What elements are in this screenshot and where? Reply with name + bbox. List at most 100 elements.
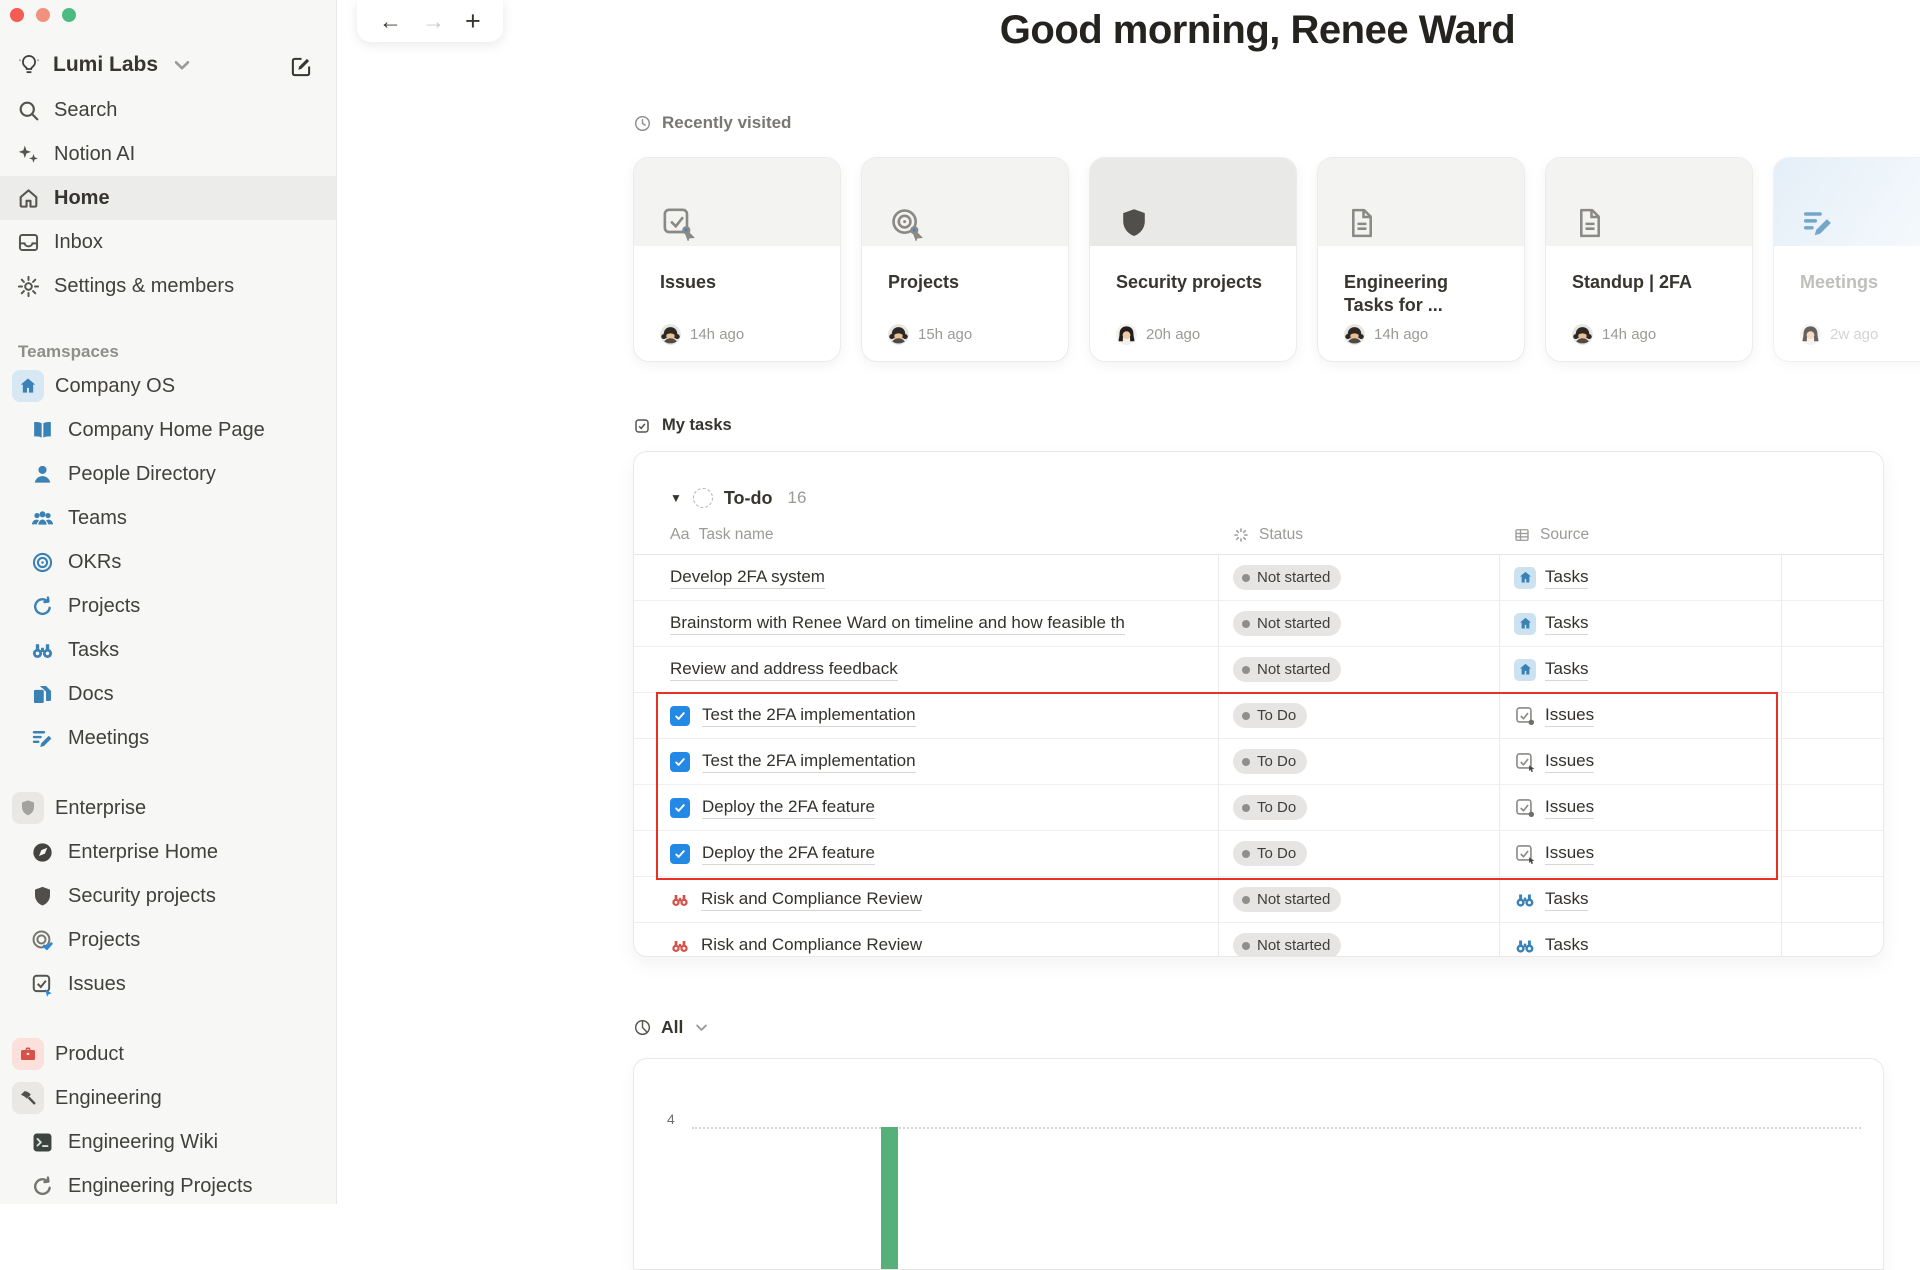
- recent-card-projects[interactable]: Projects 15h ago: [861, 157, 1069, 362]
- home-content: Good morning, Renee Ward Recently visite…: [633, 8, 1920, 1270]
- sidebar-item-people-directory[interactable]: People Directory: [0, 452, 336, 496]
- shield-dark-icon: [30, 884, 55, 909]
- sidebar-item-company-home-page[interactable]: Company Home Page: [0, 408, 336, 452]
- all-filter-dropdown[interactable]: All: [633, 1017, 1882, 1038]
- status-badge[interactable]: Not started: [1233, 565, 1342, 590]
- issue-cursor-icon: [1514, 751, 1536, 773]
- sidebar-item-tasks[interactable]: Tasks: [0, 628, 336, 672]
- status-badge[interactable]: To Do: [1233, 795, 1308, 820]
- forward-button[interactable]: →: [422, 9, 445, 33]
- sidebar-item-projects[interactable]: Projects: [0, 918, 336, 962]
- task-checkbox[interactable]: [670, 797, 690, 818]
- source-cell[interactable]: Tasks: [1499, 923, 1781, 956]
- task-name-cell[interactable]: Test the 2FA implementation: [634, 739, 1218, 784]
- new-tab-button[interactable]: +: [465, 7, 481, 35]
- history-toolbar: ← → +: [357, 0, 503, 42]
- source-cell[interactable]: Tasks: [1499, 647, 1781, 692]
- sidebar-item-docs[interactable]: Docs: [0, 672, 336, 716]
- column-header-source[interactable]: Source: [1499, 516, 1781, 554]
- task-name-cell[interactable]: Risk and Compliance Review: [634, 877, 1218, 922]
- status-cell: To Do: [1218, 785, 1499, 830]
- todo-group-header[interactable]: ▼ To-do 16: [670, 482, 1883, 514]
- sidebar-item-meetings[interactable]: Meetings: [0, 716, 336, 760]
- workspace-name: Lumi Labs: [53, 53, 159, 76]
- sidebar-item-projects[interactable]: Projects: [0, 584, 336, 628]
- workspace-switcher[interactable]: Lumi Labs: [16, 52, 322, 78]
- source-cell[interactable]: Issues: [1499, 831, 1781, 876]
- status-badge[interactable]: To Do: [1233, 841, 1308, 866]
- card-title: Standup | 2FA: [1572, 272, 1693, 292]
- sidebar-item-teams[interactable]: Teams: [0, 496, 336, 540]
- task-checkbox[interactable]: [670, 705, 690, 726]
- column-label: Source: [1540, 526, 1590, 543]
- empty-cell: [1781, 877, 1883, 922]
- chart-bar[interactable]: [881, 1127, 898, 1269]
- minimize-window-button[interactable]: [36, 8, 50, 22]
- sidebar-item-security-projects[interactable]: Security projects: [0, 874, 336, 918]
- sidebar-item-label: Projects: [68, 928, 141, 951]
- card-header: [1546, 158, 1752, 246]
- task-name-cell[interactable]: Risk and Compliance Review: [634, 923, 1218, 956]
- recent-card-engineering-tasks-for[interactable]: Engineering Tasks for ... 14h ago: [1317, 157, 1525, 362]
- source-label: Tasks: [1545, 567, 1589, 589]
- source-cell[interactable]: Tasks: [1499, 555, 1781, 600]
- sidebar-item-label: Tasks: [68, 638, 120, 661]
- status-cell: To Do: [1218, 693, 1499, 738]
- card-title: Meetings: [1800, 272, 1879, 292]
- sidebar-item-company-os[interactable]: Company OS: [0, 364, 336, 408]
- task-name-cell[interactable]: Deploy the 2FA feature: [634, 785, 1218, 830]
- source-cell[interactable]: Tasks: [1499, 877, 1781, 922]
- task-name: Test the 2FA implementation: [702, 705, 916, 727]
- collapse-triangle-icon[interactable]: ▼: [670, 491, 682, 505]
- task-checkbox[interactable]: [670, 751, 690, 772]
- issue-cursor-icon: [1514, 843, 1536, 865]
- card-title: Engineering Tasks for ...: [1344, 272, 1449, 316]
- status-badge[interactable]: Not started: [1233, 611, 1342, 636]
- sidebar-item-product[interactable]: Product: [0, 1032, 336, 1076]
- column-header-task-name[interactable]: Aa Task name: [634, 516, 1218, 554]
- sidebar-item-search[interactable]: Search: [0, 88, 336, 132]
- status-badge[interactable]: Not started: [1233, 887, 1342, 912]
- avatar: [1344, 324, 1365, 345]
- task-name-cell[interactable]: Deploy the 2FA feature: [634, 831, 1218, 876]
- close-window-button[interactable]: [10, 8, 24, 22]
- source-cell[interactable]: Issues: [1499, 785, 1781, 830]
- status-cell: To Do: [1218, 831, 1499, 876]
- sidebar-item-enterprise-home[interactable]: Enterprise Home: [0, 830, 336, 874]
- source-cell[interactable]: Tasks: [1499, 601, 1781, 646]
- zoom-window-button[interactable]: [62, 8, 76, 22]
- task-name-cell[interactable]: Test the 2FA implementation: [634, 693, 1218, 738]
- back-button[interactable]: ←: [379, 9, 402, 33]
- sidebar-item-okrs[interactable]: OKRs: [0, 540, 336, 584]
- sidebar-item-engineering[interactable]: Engineering: [0, 1076, 336, 1120]
- source-cell[interactable]: Issues: [1499, 693, 1781, 738]
- sidebar-item-engineering-projects[interactable]: Engineering Projects: [0, 1164, 336, 1204]
- source-cell[interactable]: Issues: [1499, 739, 1781, 784]
- sidebar-item-issues[interactable]: Issues: [0, 962, 336, 1006]
- task-name-cell[interactable]: Review and address feedback: [634, 647, 1218, 692]
- page-icon: [1572, 205, 1608, 241]
- task-checkbox[interactable]: [670, 843, 690, 864]
- sidebar-item-engineering-wiki[interactable]: Engineering Wiki: [0, 1120, 336, 1164]
- status-badge[interactable]: Not started: [1233, 933, 1342, 956]
- status-badge[interactable]: To Do: [1233, 749, 1308, 774]
- column-header-status[interactable]: Status: [1218, 516, 1499, 554]
- sidebar-item-home[interactable]: Home: [0, 176, 336, 220]
- task-name-cell[interactable]: Develop 2FA system: [634, 555, 1218, 600]
- recent-card-standup-2fa[interactable]: Standup | 2FA 14h ago: [1545, 157, 1753, 362]
- sidebar-item-inbox[interactable]: Inbox: [0, 220, 336, 264]
- status-badge[interactable]: Not started: [1233, 657, 1342, 682]
- task-name-cell[interactable]: Brainstorm with Renee Ward on timeline a…: [634, 601, 1218, 646]
- sidebar-item-enterprise[interactable]: Enterprise: [0, 786, 336, 830]
- sidebar-item-label: Docs: [68, 682, 114, 705]
- refresh-gray-icon: [30, 1174, 55, 1199]
- recent-card-security-projects[interactable]: Security projects 20h ago: [1089, 157, 1297, 362]
- recent-card-meetings[interactable]: Meetings 2w ago: [1773, 157, 1920, 362]
- hammer-icon: [18, 1088, 38, 1108]
- card-time: 2w ago: [1830, 326, 1879, 343]
- sidebar-item-notion-ai[interactable]: Notion AI: [0, 132, 336, 176]
- status-badge[interactable]: To Do: [1233, 703, 1308, 728]
- compose-icon[interactable]: [288, 54, 314, 80]
- recent-card-issues[interactable]: Issues 14h ago: [633, 157, 841, 362]
- sidebar-item-settings-members[interactable]: Settings & members: [0, 264, 336, 308]
